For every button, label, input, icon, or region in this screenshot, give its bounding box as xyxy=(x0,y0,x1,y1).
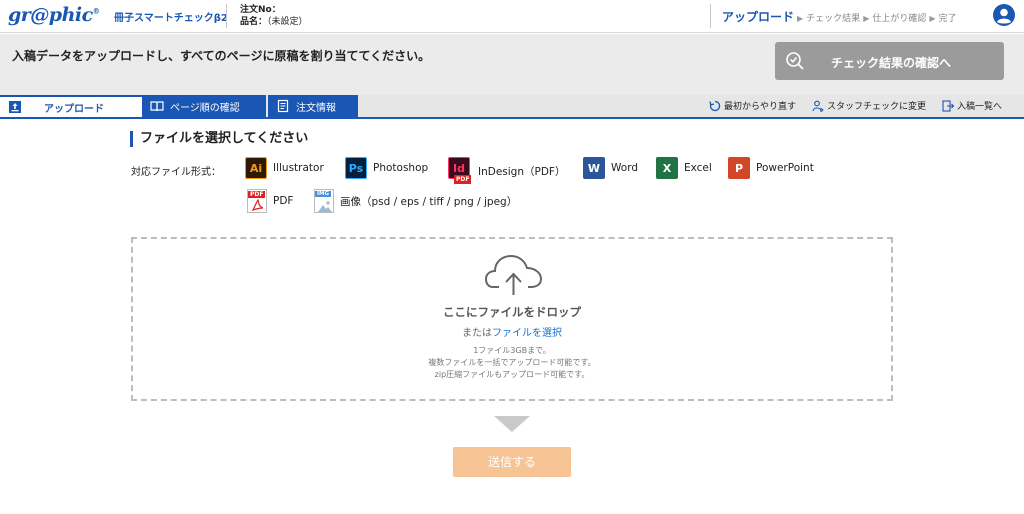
graphic-logo[interactable]: gr@phic® xyxy=(8,4,100,26)
order-info: 注文No： 品名：（未設定） xyxy=(240,4,308,28)
format-word: W Word xyxy=(583,157,638,179)
user-avatar-icon[interactable] xyxy=(993,4,1015,26)
progress-steps: アップロード ▶ チェック結果 ▶ 仕上がり確認 ▶ 完了 xyxy=(722,8,957,25)
word-icon: W xyxy=(583,157,605,179)
tab-page-order[interactable]: ページ順の確認 xyxy=(142,95,266,117)
restart-label: 最初からやり直す xyxy=(723,102,796,112)
down-arrow-icon xyxy=(494,416,530,432)
restart-link[interactable]: 最初からやり直す xyxy=(709,99,796,112)
pdf-badge: PDF xyxy=(248,191,266,198)
step-finish-check: 仕上がり確認 xyxy=(872,14,927,24)
step-complete: 完了 xyxy=(938,14,957,24)
format-pdf-label: PDF xyxy=(273,195,294,207)
staff-check-label: スタッフチェックに変更 xyxy=(826,102,926,112)
order-no-label: 注文No： xyxy=(240,5,281,15)
step-upload: アップロード xyxy=(722,10,795,24)
format-word-label: Word xyxy=(611,162,638,174)
format-powerpoint: P PowerPoint xyxy=(728,157,814,179)
app-name: 冊子スマートチェックβ2 xyxy=(114,13,228,24)
pdf-icon: PDF xyxy=(247,189,267,213)
image-file-icon: IMG xyxy=(314,189,334,213)
format-powerpoint-label: PowerPoint xyxy=(756,162,814,174)
top-bar: gr@phic® 冊子スマートチェックβ2 注文No： 品名：（未設定） アップ… xyxy=(0,0,1024,33)
tab-bar: アップロード ページ順の確認 注文情報 最初からやり直す スタッフチェックに変更… xyxy=(0,95,1024,119)
drop-or-text: または xyxy=(462,328,492,339)
header-action-links: 最初からやり直す スタッフチェックに変更 入稿一覧へ xyxy=(709,99,1002,112)
upload-notes: 1ファイル3GBまで。 複数ファイルを一括でアップロード可能です。 zip圧縮フ… xyxy=(133,345,891,381)
format-excel: X Excel xyxy=(656,157,712,179)
format-image: IMG 画像（psd / eps / tiff / png / jpeg） xyxy=(314,189,517,213)
powerpoint-icon: P xyxy=(728,157,750,179)
step-check-result: チェック結果 xyxy=(806,14,861,24)
upload-note-zip: zip圧縮ファイルもアップロード可能です。 xyxy=(434,370,590,379)
landscape-icon xyxy=(318,201,332,212)
acrobat-swirl-icon xyxy=(251,198,264,212)
illustrator-icon: Ai xyxy=(245,157,267,179)
check-results-label: チェック結果の確認へ xyxy=(831,56,952,70)
format-photoshop: Ps Photoshop xyxy=(345,157,428,179)
select-file-link[interactable]: ファイルを選択 xyxy=(492,328,562,339)
divider xyxy=(226,4,227,28)
exit-arrow-icon xyxy=(942,99,954,112)
formats-label: 対応ファイル形式： xyxy=(131,167,221,178)
submission-list-label: 入稿一覧へ xyxy=(956,102,1002,112)
format-indesign: Id PDF InDesign（PDF） xyxy=(448,157,565,185)
img-badge: IMG xyxy=(315,191,332,197)
check-results-button[interactable]: チェック結果の確認へ xyxy=(775,42,1004,80)
tab-order-info[interactable]: 注文情報 xyxy=(268,95,358,117)
format-illustrator-label: Illustrator xyxy=(273,162,324,174)
divider xyxy=(710,4,711,28)
drop-instruction: ここにファイルをドロップ xyxy=(443,305,581,319)
format-photoshop-label: Photoshop xyxy=(373,162,429,174)
logo-registered-mark: ® xyxy=(92,6,100,16)
format-illustrator: Ai Illustrator xyxy=(245,157,324,179)
book-icon xyxy=(150,101,164,112)
tab-page-order-label: ページ順の確認 xyxy=(170,102,240,114)
format-image-label: 画像（psd / eps / tiff / png / jpeg） xyxy=(340,195,518,208)
instruction-banner: 入稿データをアップロードし、すべてのページに原稿を割り当ててください。 チェック… xyxy=(0,34,1024,95)
upload-note-multiple: 複数ファイルを一括でアップロード可能です。 xyxy=(428,358,596,367)
product-label: 品名： xyxy=(240,17,268,27)
step-arrow-icon: ▶ xyxy=(863,14,870,23)
instruction-text: 入稿データをアップロードし、すべてのページに原稿を割り当ててください。 xyxy=(12,49,431,63)
format-indesign-label: InDesign（PDF） xyxy=(478,165,566,178)
section-title: ファイルを選択してください xyxy=(130,131,308,147)
document-list-icon xyxy=(277,99,289,113)
submission-list-link[interactable]: 入稿一覧へ xyxy=(942,99,1002,112)
indesign-pdf-icon: Id PDF xyxy=(448,157,472,185)
cloud-upload-icon xyxy=(485,254,543,295)
drop-alternative: またはファイルを選択 xyxy=(133,324,891,339)
tab-order-info-label: 注文情報 xyxy=(296,102,336,114)
product-value: （未設定） xyxy=(267,17,308,27)
excel-icon: X xyxy=(656,157,678,179)
person-switch-icon xyxy=(812,100,824,112)
tab-upload-label: アップロード xyxy=(44,103,104,115)
logo-text: gr@phic xyxy=(8,4,93,26)
photoshop-icon: Ps xyxy=(345,157,367,179)
step-arrow-icon: ▶ xyxy=(797,14,804,23)
format-pdf: PDF PDF xyxy=(247,189,293,213)
upload-tray-icon xyxy=(9,101,21,113)
format-excel-label: Excel xyxy=(684,162,712,174)
restart-icon xyxy=(709,100,721,111)
file-drop-zone[interactable]: ここにファイルをドロップ またはファイルを選択 1ファイル3GBまで。 複数ファ… xyxy=(131,237,893,401)
pdf-badge: PDF xyxy=(454,175,472,184)
magnifier-check-icon xyxy=(786,52,804,70)
step-arrow-icon: ▶ xyxy=(929,14,936,23)
staff-check-link[interactable]: スタッフチェックに変更 xyxy=(812,99,926,112)
send-button[interactable]: 送信する xyxy=(453,447,571,477)
upload-note-size: 1ファイル3GBまで。 xyxy=(473,346,551,355)
tab-upload[interactable]: アップロード xyxy=(0,95,142,117)
